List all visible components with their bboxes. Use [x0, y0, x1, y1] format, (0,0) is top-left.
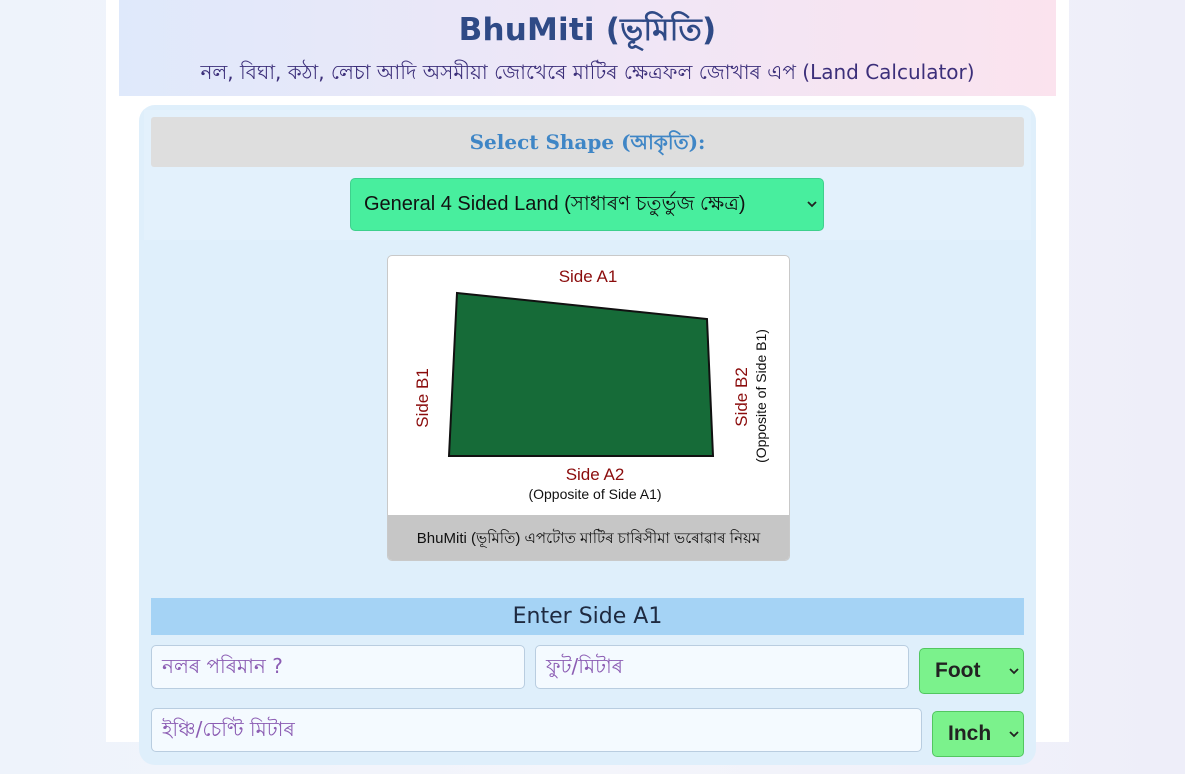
- shape-label: Select Shape (আকৃতি):: [151, 117, 1024, 167]
- diagram-caption: BhuMiti (ভূমিতি) এপটোত মাটিৰ চাৰিসীমা ভৰ…: [388, 515, 789, 560]
- shape-select-value: General 4 Sided Land (সাধাৰণ চতুৰ্ভুজ ক্…: [364, 193, 746, 215]
- label-side-a1: Side A1: [559, 267, 618, 286]
- inch-cm-input[interactable]: ইঞ্চি/চেণ্টি মিটাৰ: [151, 708, 922, 752]
- chevron-down-icon: [1009, 649, 1019, 711]
- app-subtitle: নল, বিঘা, কঠা, লেচা আদি অসমীয়া জোখেৰে ম…: [200, 60, 975, 84]
- calculator-panel: Select Shape (আকৃতি): General 4 Sided La…: [139, 105, 1036, 765]
- shape-selection-panel: Select Shape (আকৃতি): General 4 Sided La…: [144, 110, 1031, 240]
- label-side-a2: Side A2: [566, 465, 625, 484]
- label-side-a2-note: (Opposite of Side A1): [528, 486, 661, 502]
- label-side-b2: Side B2: [732, 367, 751, 427]
- nal-input[interactable]: নলৰ পৰিমান ?: [151, 645, 525, 689]
- foot-unit-select[interactable]: Foot: [919, 648, 1024, 694]
- app-title: BhuMiti (ভূমিতি): [458, 12, 717, 48]
- land-shape: [447, 291, 715, 457]
- foot-unit-value: Foot: [935, 659, 981, 682]
- shape-select[interactable]: General 4 Sided Land (সাধাৰণ চতুৰ্ভুজ ক্…: [350, 178, 824, 231]
- label-side-b2-note: (Opposite of Side B1): [753, 329, 769, 463]
- app-header: BhuMiti (ভূমিতি) নল, বিঘা, কঠা, লেচা আদি…: [119, 0, 1056, 96]
- label-side-b1: Side B1: [413, 368, 432, 428]
- quadrilateral-diagram: Side A1 Side A2 (Opposite of Side A1) Si…: [413, 267, 769, 502]
- side-a1-heading: Enter Side A1: [151, 598, 1024, 635]
- foot-meter-input[interactable]: ফুট/মিটাৰ: [535, 645, 909, 689]
- shape-diagram: Side A1 Side A2 (Opposite of Side A1) Si…: [387, 255, 790, 561]
- chevron-down-icon: [1009, 712, 1019, 774]
- page-container: BhuMiti (ভূমিতি) নল, বিঘা, কঠা, লেচা আদি…: [106, 0, 1069, 765]
- chevron-down-icon: [807, 179, 817, 251]
- inch-unit-select[interactable]: Inch: [932, 711, 1024, 757]
